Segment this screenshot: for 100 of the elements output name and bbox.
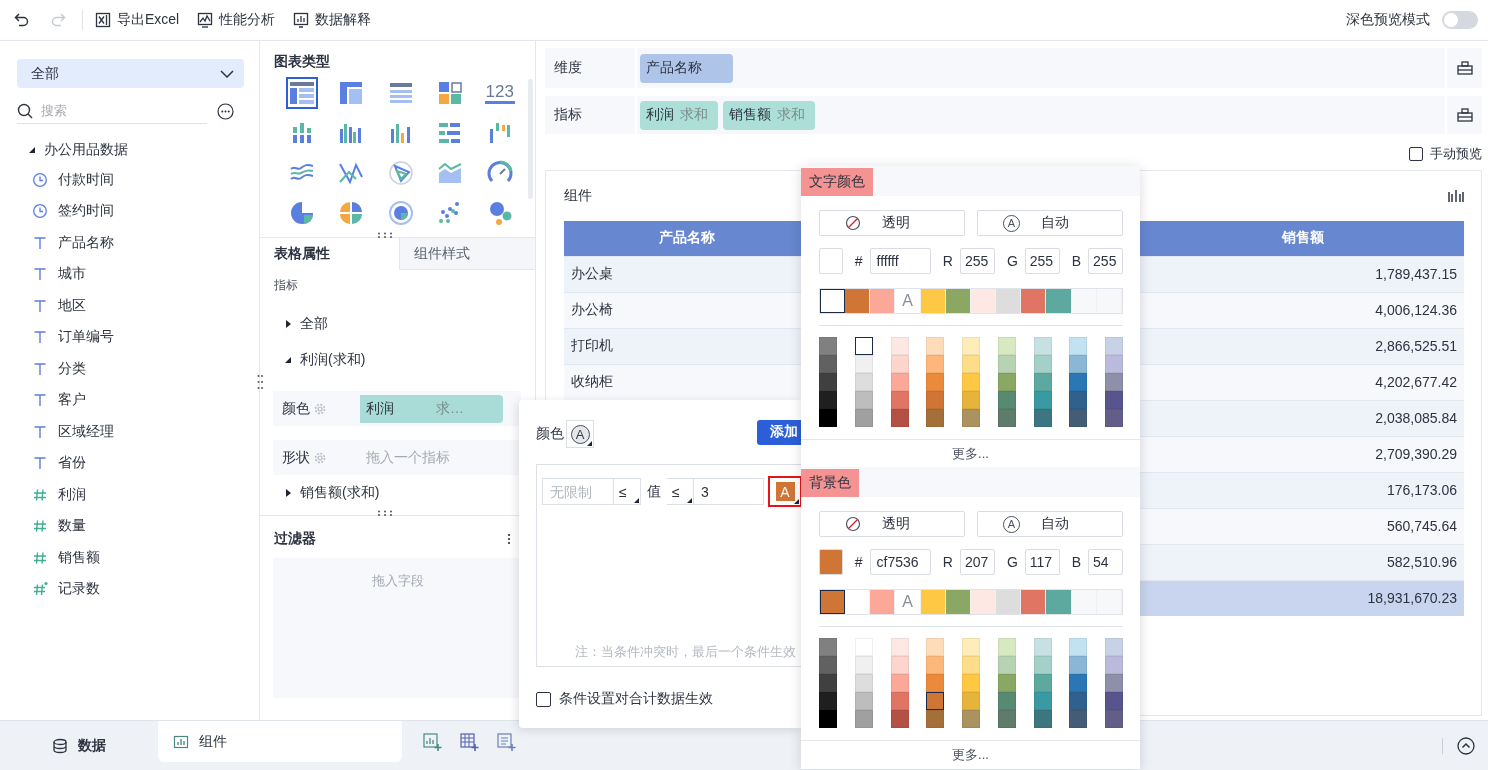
table-cell: 18,931,670.23 [1367, 590, 1457, 607]
text-type-icon [32, 455, 48, 472]
field-item[interactable]: 销售额 [58, 548, 100, 567]
channel-field[interactable]: 255 [1088, 248, 1123, 274]
section-title: 图表类型 [274, 53, 331, 72]
no-color-icon [845, 215, 861, 231]
tab[interactable]: 表格属性 [260, 238, 399, 271]
transparent-button[interactable]: 透明 [819, 210, 965, 236]
field-pill[interactable]: 产品名称 [640, 53, 733, 83]
shelf-settings-icon[interactable] [1456, 61, 1473, 76]
tab[interactable]: 组件样式 [399, 238, 535, 271]
line-chart-icon [197, 12, 214, 28]
color-button[interactable]: A [566, 420, 594, 448]
value-field[interactable]: 3 [694, 478, 764, 505]
hex-field[interactable]: cf7536 [869, 549, 931, 575]
table-cell: 176,173.06 [1386, 482, 1457, 499]
toolbar-button[interactable]: 性能分析 [197, 11, 276, 29]
collapse-up-icon[interactable] [1457, 736, 1475, 755]
measure-item[interactable]: 利润(求和) [300, 351, 366, 370]
field-item[interactable]: 数量 [58, 517, 86, 536]
field-item[interactable]: 付款时间 [58, 170, 114, 189]
operator-select[interactable]: ≤ [667, 478, 694, 505]
collapse-triangle-icon[interactable] [284, 356, 292, 365]
channel-field[interactable]: 54 [1088, 549, 1123, 575]
transparent-button[interactable]: 透明 [819, 511, 965, 537]
field-label: R [942, 554, 953, 570]
checkbox[interactable] [1409, 147, 1423, 162]
add-button[interactable]: 添加 [757, 419, 802, 445]
undo-icon[interactable] [14, 12, 30, 28]
table-cell: 办公椅 [571, 301, 613, 318]
measure-item[interactable]: 销售额(求和) [300, 484, 380, 503]
expand-triangle-icon[interactable] [284, 489, 292, 498]
bottom-tab[interactable]: 数据 [0, 721, 158, 770]
more-icon[interactable] [507, 533, 511, 546]
field-item[interactable]: 区域经理 [58, 422, 114, 441]
range-field[interactable]: 无限制 [542, 478, 614, 505]
measure-item[interactable]: 全部 [300, 315, 328, 334]
add-table-icon[interactable] [460, 732, 480, 751]
section-title: 过滤器 [274, 530, 316, 549]
hex-field[interactable]: ffffff [869, 248, 931, 274]
channel-field[interactable]: 255 [959, 248, 995, 274]
expand-triangle-icon[interactable] [284, 320, 292, 329]
excel-icon [95, 12, 111, 28]
drag-handle-icon[interactable] [257, 374, 263, 391]
toggle-label: 深色预览模式 [1346, 11, 1430, 29]
property-label: 形状 [282, 448, 310, 467]
collapse-triangle-icon[interactable] [28, 146, 36, 155]
drag-handle-icon[interactable] [377, 510, 393, 517]
tree-group[interactable]: 办公用品数据 [44, 141, 128, 160]
add-report-icon[interactable] [497, 732, 517, 751]
ring-chart-icon[interactable] [386, 199, 415, 228]
table-cell: 收纳柜 [571, 373, 613, 390]
table-cell: 办公桌 [571, 265, 613, 282]
search-field[interactable]: 搜索 [41, 103, 181, 119]
toggle-switch[interactable] [1442, 11, 1478, 29]
bottom-tab[interactable]: 组件 [158, 721, 402, 762]
more-link[interactable]: 更多... [952, 444, 989, 463]
property-label: 颜色 [282, 399, 310, 418]
field-label: G [1006, 554, 1018, 570]
field-item[interactable]: 产品名称 [58, 233, 114, 252]
color-swatch[interactable] [854, 337, 873, 355]
field-item[interactable]: 城市 [58, 265, 86, 284]
channel-field[interactable]: 117 [1024, 549, 1060, 575]
checkbox[interactable] [536, 691, 551, 707]
toolbar-button[interactable]: 导出Excel [95, 11, 180, 29]
color-swatch[interactable] [926, 692, 945, 710]
field-item[interactable]: 签约时间 [58, 202, 114, 221]
drag-handle-icon[interactable] [377, 232, 393, 239]
table-cell: 2,866,525.51 [1375, 338, 1457, 355]
field-item[interactable]: 利润 [58, 485, 86, 504]
field-item[interactable]: 分类 [58, 359, 86, 378]
auto-button[interactable]: A 自动 [977, 210, 1123, 236]
field-pill[interactable]: 销售额 求和 [723, 100, 815, 130]
field-label: R [942, 253, 953, 269]
field-item[interactable]: 客户 [58, 391, 86, 410]
field-pill[interactable]: 利润 求和 [640, 100, 718, 130]
channel-field[interactable]: 207 [959, 549, 995, 575]
operator-select[interactable]: ≤ [614, 478, 641, 505]
chart-settings-icon[interactable] [1448, 189, 1464, 204]
field-item[interactable]: 省份 [58, 454, 86, 473]
add-chart-icon[interactable] [423, 732, 443, 751]
field-pill[interactable]: 利润 求… [360, 394, 503, 423]
radar-icon[interactable] [386, 159, 415, 188]
channel-field[interactable]: 255 [1024, 248, 1060, 274]
gear-icon[interactable] [314, 402, 326, 415]
toolbar-button[interactable]: 数据解释 [293, 11, 372, 29]
field-item[interactable]: 订单编号 [58, 328, 114, 347]
gear-icon[interactable] [314, 451, 326, 464]
shelf-settings-icon[interactable] [1456, 108, 1473, 123]
card-title: 组件 [564, 187, 592, 206]
more-link[interactable]: 更多... [952, 745, 989, 764]
field-item[interactable]: 地区 [58, 296, 86, 315]
field-label: B [1071, 253, 1082, 269]
field-item[interactable]: 记录数 [58, 580, 100, 599]
more-icon[interactable] [217, 102, 234, 120]
checkbox-label: 手动预览 [1430, 145, 1482, 164]
dataset-dropdown[interactable]: 全部 [17, 59, 244, 89]
text-type-icon [32, 297, 48, 314]
auto-button[interactable]: A 自动 [977, 511, 1123, 537]
chart-icon [173, 733, 189, 750]
